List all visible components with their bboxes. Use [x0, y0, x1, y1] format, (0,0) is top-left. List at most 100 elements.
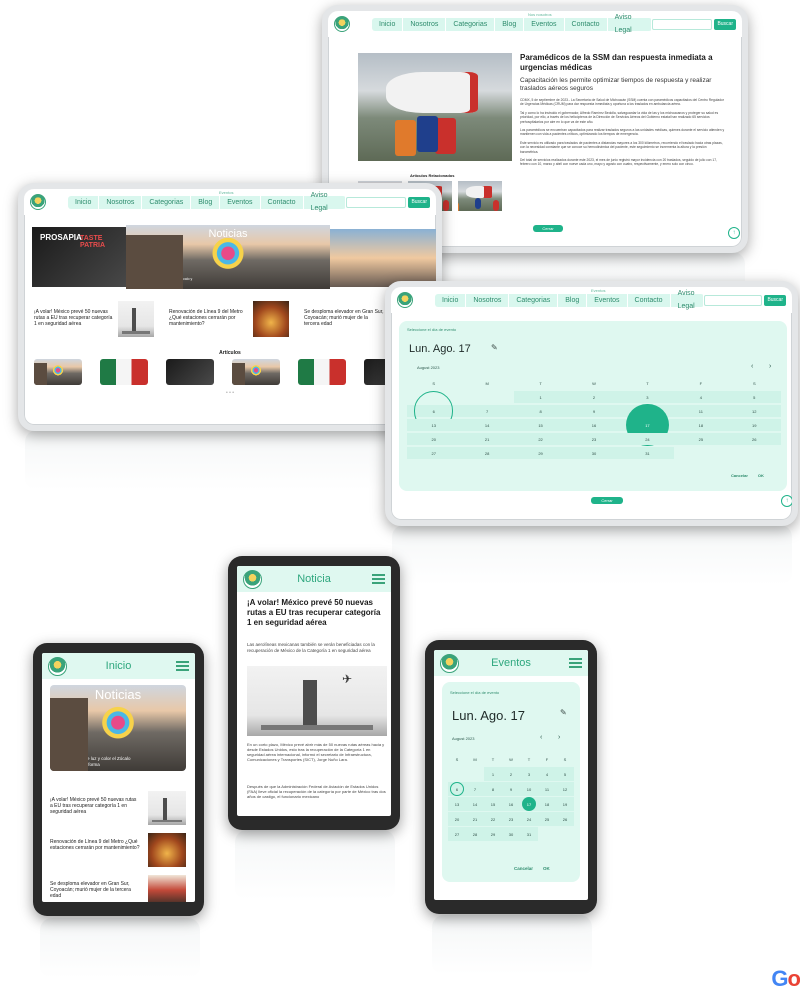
calendar-day[interactable]: 4 [674, 391, 728, 403]
nav-link-contacto[interactable]: Contacto [565, 17, 608, 31]
scroll-up-icon[interactable]: ↑ [781, 495, 792, 507]
search-input[interactable] [346, 196, 407, 208]
calendar-day[interactable]: 15 [513, 419, 568, 431]
calendar-day[interactable]: 16 [502, 797, 520, 811]
month-select[interactable]: August 2023 [452, 736, 474, 741]
article-thumb[interactable] [166, 359, 214, 385]
hero-slide-next[interactable] [330, 229, 436, 287]
search-button[interactable]: Buscar [714, 18, 736, 30]
nav-link-eventos[interactable]: Eventos [524, 17, 565, 31]
nav-link-aviso-legal[interactable]: Aviso Legal [671, 287, 705, 313]
nav-link-blog[interactable]: Blog [191, 195, 221, 209]
calendar-day[interactable]: 19 [556, 797, 574, 811]
news-card[interactable]: Renovación de Línea 9 del Metro ¿Qué est… [50, 833, 186, 869]
calendar-day[interactable]: 13 [407, 419, 461, 431]
nav-link-eventos[interactable]: Eventos [587, 293, 628, 307]
article-thumb[interactable] [232, 359, 280, 385]
nav-link-eventos[interactable]: Eventos [220, 195, 261, 209]
calendar-day[interactable]: 11 [674, 405, 728, 417]
calendar-day[interactable]: 18 [674, 419, 728, 431]
calendar-day[interactable]: 23 [502, 812, 520, 826]
calendar-day[interactable]: 28 [460, 447, 514, 459]
calendar-day[interactable]: 7 [466, 782, 484, 796]
calendar-day[interactable]: 6 [448, 781, 466, 797]
calendar-day[interactable]: 20 [448, 812, 466, 826]
search-input[interactable] [704, 294, 763, 306]
hamburger-menu-icon[interactable] [372, 574, 385, 584]
nav-link-inicio[interactable]: Inicio [435, 293, 467, 307]
hero-slide[interactable]: Noticias Gatos llenarán de luz y color e… [50, 685, 186, 771]
calendar-day[interactable]: 21 [460, 433, 514, 445]
calendar-day[interactable]: 15 [484, 797, 502, 811]
close-button[interactable]: Cerrar [533, 225, 563, 232]
nav-link-categorias[interactable]: Categorias [446, 17, 496, 31]
nav-link-contacto[interactable]: Contacto [261, 195, 304, 209]
ok-button[interactable]: OK [758, 473, 764, 478]
calendar-day[interactable]: 29 [513, 447, 568, 459]
calendar-day[interactable]: 3 [620, 391, 675, 403]
nav-link-inicio[interactable]: Inicio [68, 195, 100, 209]
hamburger-menu-icon[interactable] [569, 658, 582, 668]
calendar-day[interactable]: 30 [502, 827, 520, 841]
calendar-day[interactable]: 4 [538, 767, 556, 781]
calendar-day[interactable]: 19 [727, 419, 781, 431]
carousel-dots[interactable]: • • • [24, 390, 436, 396]
calendar-day[interactable]: 22 [484, 812, 502, 826]
calendar-day[interactable]: 26 [556, 812, 574, 826]
cancel-button[interactable]: Cancelar [514, 866, 533, 871]
month-select[interactable]: August 2023 [417, 365, 439, 370]
calendar-day[interactable]: 10 [520, 782, 538, 796]
article-thumb[interactable] [100, 359, 148, 385]
scroll-up-icon[interactable]: ↑ [728, 227, 740, 239]
search-button[interactable]: Buscar [408, 196, 430, 208]
calendar-day[interactable]: 16 [567, 419, 621, 431]
article-thumb[interactable] [298, 359, 346, 385]
calendar-day[interactable]: 25 [538, 812, 556, 826]
calendar-day[interactable]: 12 [556, 782, 574, 796]
ok-button[interactable]: OK [543, 866, 550, 871]
calendar-day[interactable]: 8 [513, 405, 568, 417]
calendar-day[interactable]: 14 [460, 419, 514, 431]
next-month-icon[interactable]: › [769, 363, 771, 370]
related-photo[interactable] [458, 181, 502, 211]
calendar-day[interactable]: 7 [460, 405, 514, 417]
pencil-icon[interactable]: ✎ [560, 708, 567, 717]
calendar-day[interactable]: 2 [502, 767, 520, 781]
nav-link-nosotros[interactable]: Nosotros [403, 17, 447, 31]
nav-link-inicio[interactable]: Inicio [372, 17, 404, 31]
calendar-day[interactable]: 9 [502, 782, 520, 796]
calendar-day[interactable]: 14 [466, 797, 484, 811]
calendar-day[interactable]: 21 [466, 812, 484, 826]
news-card[interactable]: ¡A volar! México prevé 50 nuevas rutas a… [50, 791, 186, 827]
news-card[interactable]: Renovación de Línea 9 del Metro ¿Qué est… [169, 301, 289, 341]
calendar-day[interactable]: 3 [520, 767, 538, 781]
calendar-day[interactable]: 24 [620, 433, 675, 445]
nav-link-categorias[interactable]: Categorias [509, 293, 559, 307]
hamburger-menu-icon[interactable] [176, 661, 189, 671]
calendar-day[interactable]: 17 [620, 403, 675, 447]
nav-link-contacto[interactable]: Contacto [628, 293, 671, 307]
calendar-day[interactable]: 27 [448, 827, 466, 841]
nav-link-aviso-legal[interactable]: Aviso Legal [304, 189, 347, 215]
calendar-day[interactable]: 12 [727, 405, 781, 417]
nav-link-categorias[interactable]: Categorias [142, 195, 192, 209]
calendar-day[interactable]: 6 [407, 391, 461, 431]
calendar-day[interactable]: 24 [520, 812, 538, 826]
calendar-day[interactable]: 18 [538, 797, 556, 811]
search-input[interactable] [651, 18, 713, 30]
calendar-day[interactable]: 13 [448, 797, 466, 811]
calendar-day[interactable]: 8 [484, 782, 502, 796]
calendar-day[interactable]: 25 [674, 433, 728, 445]
close-button[interactable]: Cerrar [591, 497, 623, 504]
calendar-day[interactable]: 20 [407, 433, 461, 445]
news-card[interactable]: Se desploma elevador en Gran Sur, Coyoac… [50, 875, 186, 902]
hero-slide-prev[interactable]: PROSAPIA TASTE PATRIA [32, 227, 132, 287]
cancel-button[interactable]: Cancelar [731, 473, 748, 478]
news-card[interactable]: ¡A volar! México prevé 50 nuevas rutas a… [34, 301, 154, 341]
calendar-day[interactable]: 1 [484, 767, 502, 781]
prev-month-icon[interactable]: ‹ [751, 363, 753, 370]
calendar-day[interactable]: 29 [484, 827, 502, 841]
hero-slide[interactable]: Noticias Gatos llenarán de luz y color e… [126, 225, 330, 289]
prev-month-icon[interactable]: ‹ [540, 734, 542, 741]
calendar-day[interactable]: 11 [538, 782, 556, 796]
